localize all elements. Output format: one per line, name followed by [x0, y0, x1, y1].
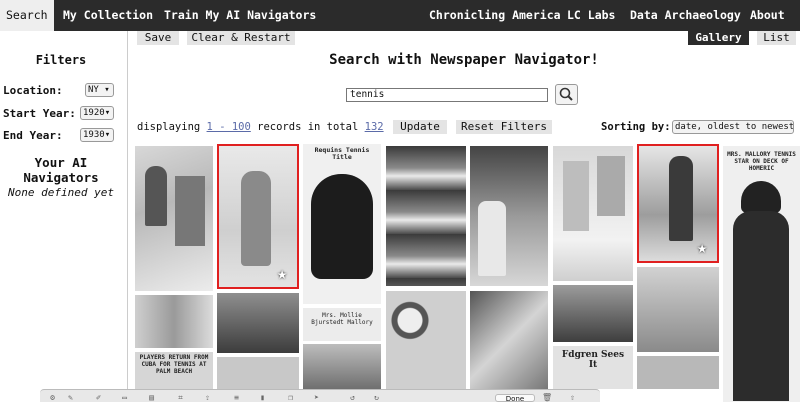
tile-caption: MRS. MALLORY TENNIS STAR ON DECK OF HOME… [727, 151, 796, 172]
gallery-item[interactable]: MRS. MALLORY TENNIS STAR ON DECK OF HOME… [723, 146, 800, 402]
gallery-item[interactable] [217, 293, 299, 353]
ai-navigators-title: Your AI Navigators [23, 155, 99, 185]
gear-icon[interactable]: ⚙ [48, 393, 57, 402]
gallery-item[interactable]: Fdgren Sees It [553, 346, 633, 389]
gallery-item[interactable]: Requins Tennis Title [303, 144, 381, 304]
sorting-value: date, oldest to newest [675, 122, 794, 132]
gallery-item[interactable] [553, 285, 633, 342]
filters-sidebar: Filters Location: NY ▾ Start Year: 1920▾… [0, 31, 128, 402]
records-summary: displaying 1 - 100 records in total 132 [137, 121, 384, 133]
chevron-down-icon: ▾ [104, 130, 111, 140]
line-icon[interactable]: ≡ [232, 393, 241, 402]
search-icon [559, 87, 573, 101]
bookmark-icon[interactable]: ▮ [258, 393, 267, 402]
photo-portrait [311, 174, 373, 279]
end-year-value: 1930 [83, 130, 105, 140]
gallery-item[interactable] [135, 146, 213, 291]
photo-figure [145, 166, 167, 226]
photo-figure [175, 176, 205, 246]
gallery-item[interactable]: PLAYERS RETURN FROM CUBA FOR TENNIS AT P… [135, 352, 213, 389]
gallery-item[interactable] [386, 146, 466, 286]
reset-filters-button[interactable]: Reset Filters [456, 120, 552, 134]
photo-figure [478, 201, 506, 276]
nav-search[interactable]: Search [0, 0, 54, 31]
done-button[interactable]: Done [495, 394, 535, 403]
chevron-down-icon: ▾ [104, 85, 110, 95]
ai-navigators-empty: None defined yet [8, 186, 114, 199]
share-icon[interactable]: ⇪ [203, 393, 212, 402]
chevron-down-icon: ▾ [104, 108, 111, 118]
gallery-item[interactable] [135, 295, 213, 348]
star-icon[interactable]: ★ [697, 240, 707, 257]
nav-chronicling-america[interactable]: Chronicling America [429, 0, 561, 31]
cursor-icon[interactable]: ➤ [312, 393, 321, 402]
location-label: Location: [3, 84, 63, 97]
photo-figure [241, 171, 271, 266]
top-navigation: Search My Collection Train My AI Navigat… [0, 0, 800, 31]
records-middle: records in total [257, 121, 359, 133]
gallery-item-selected[interactable]: ★ [217, 144, 299, 289]
nav-train-navigators[interactable]: Train My AI Navigators [164, 0, 316, 31]
upload-icon[interactable]: ⇧ [568, 393, 577, 402]
undo-icon[interactable]: ↺ [348, 393, 357, 402]
gallery-item[interactable]: Mrs. Mollie Bjurstedt Mallory [303, 308, 381, 341]
clear-restart-button[interactable]: Clear & Restart [187, 31, 295, 45]
photo-figure [669, 156, 693, 241]
records-range-link[interactable]: 1 - 100 [207, 121, 251, 133]
text-icon[interactable]: ▤ [147, 393, 156, 402]
tile-caption: Mrs. Mollie Bjurstedt Mallory [311, 312, 373, 326]
list-view-button[interactable]: List [757, 31, 796, 45]
trash-icon[interactable]: 🗑 [542, 393, 552, 402]
nav-my-collection[interactable]: My Collection [63, 0, 153, 31]
star-icon[interactable]: ★ [277, 266, 287, 283]
records-prefix: displaying [137, 121, 201, 133]
gallery-item[interactable] [637, 356, 719, 389]
crop-icon[interactable]: ⌗ [176, 393, 185, 402]
tile-caption: PLAYERS RETURN FROM CUBA FOR TENNIS AT P… [139, 354, 209, 375]
pen-icon[interactable]: ✎ [66, 393, 75, 402]
photo-hat [741, 181, 781, 213]
end-year-label: End Year: [3, 129, 63, 142]
copy-icon[interactable]: ❐ [286, 393, 295, 402]
sorting-label: Sorting by: [601, 121, 671, 133]
location-value: NY [88, 85, 99, 95]
nav-about[interactable]: About [750, 0, 785, 31]
search-input[interactable]: tennis [346, 88, 548, 102]
gallery-item-selected[interactable]: ★ [637, 144, 719, 263]
gallery-item[interactable] [553, 146, 633, 281]
update-button[interactable]: Update [393, 120, 447, 134]
save-button[interactable]: Save [137, 31, 179, 45]
start-year-label: Start Year: [3, 107, 76, 120]
records-total-link[interactable]: 132 [365, 121, 384, 133]
gallery-item[interactable] [303, 344, 381, 389]
location-select[interactable]: NY ▾ [85, 83, 114, 97]
filters-title: Filters [35, 53, 87, 67]
photo-figure [563, 161, 589, 231]
brush-icon[interactable]: ✐ [94, 393, 103, 402]
gallery-item[interactable] [386, 291, 466, 389]
gallery-item[interactable] [637, 267, 719, 352]
gallery-view-button[interactable]: Gallery [688, 31, 749, 45]
search-button[interactable] [555, 84, 578, 105]
redo-icon[interactable]: ↻ [372, 393, 381, 402]
sorting-select[interactable]: date, oldest to newest▾ [672, 120, 794, 134]
tile-caption: Requins Tennis Title [314, 146, 370, 161]
nav-data-archaeology[interactable]: Data Archaeology [630, 0, 741, 31]
nav-lc-labs[interactable]: LC Labs [567, 0, 615, 31]
shape-icon[interactable]: ▭ [120, 393, 129, 402]
tile-caption: Fdgren Sees It [561, 350, 625, 370]
gallery-item[interactable] [470, 146, 548, 286]
gallery-item[interactable] [470, 291, 548, 389]
gallery-item[interactable] [217, 357, 299, 389]
page-title: Search with Newspaper Navigator! [329, 52, 599, 68]
start-year-value: 1920 [83, 108, 105, 118]
end-year-select[interactable]: 1930▾ [80, 128, 114, 142]
start-year-select[interactable]: 1920▾ [80, 106, 114, 120]
photo-figure [733, 211, 789, 401]
photo-figure [597, 156, 625, 216]
